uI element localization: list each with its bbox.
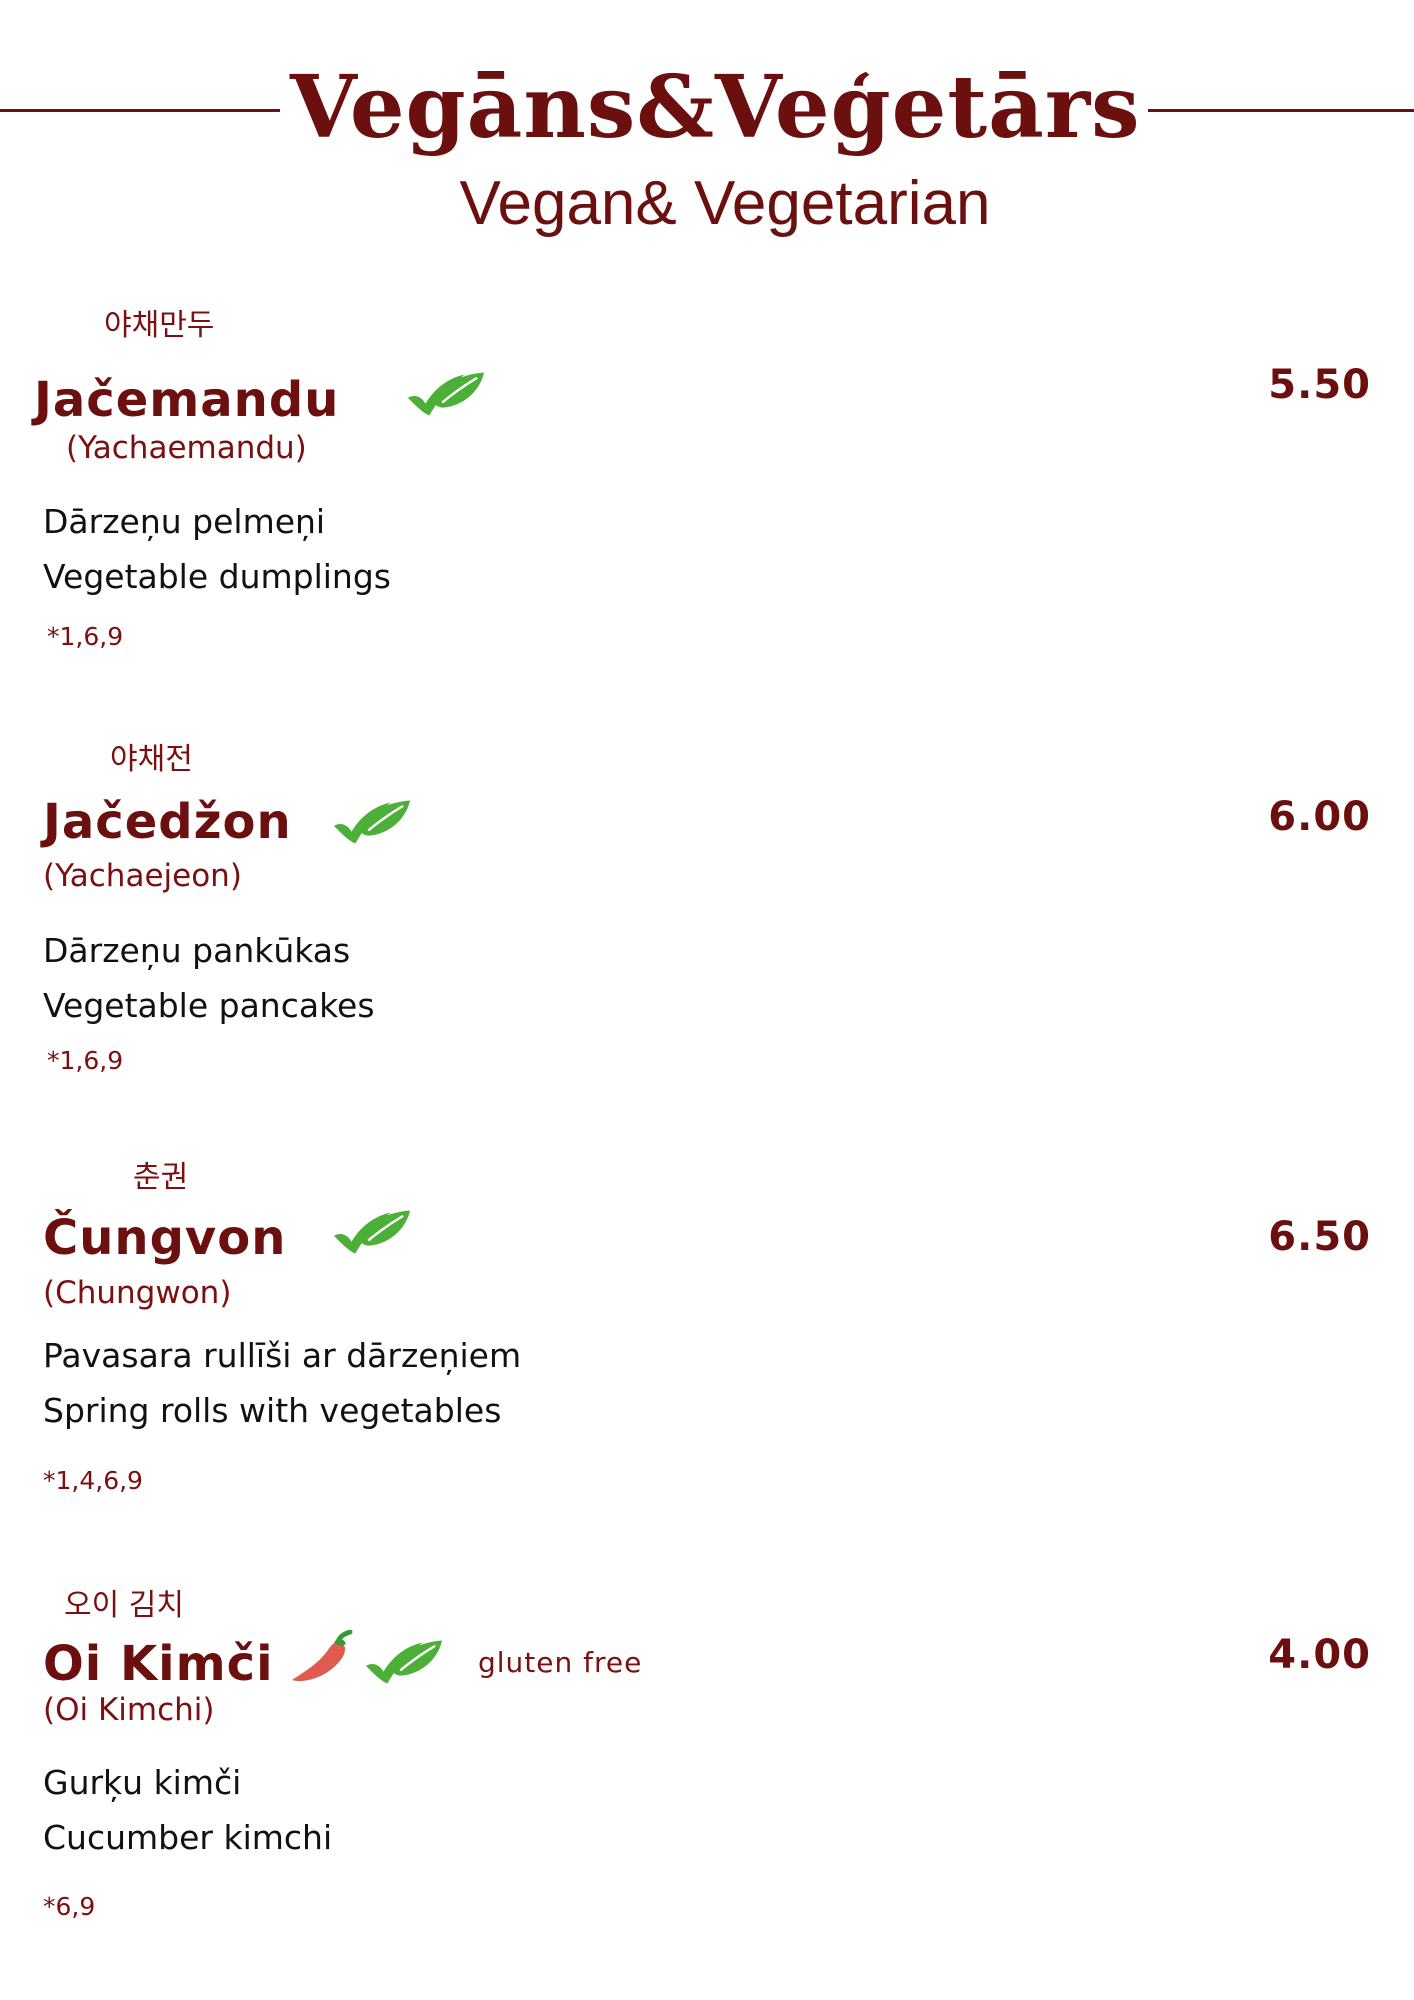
menu-item: 오이 김치 Oi Kimči gluten free (Oi Kimchi) G… [0,0,1414,1921]
item-korean-name: 춘권 [133,1160,189,1195]
item-description-en: Spring rolls with vegetables [43,1391,502,1430]
vegan-leaf-check-icon [330,1206,412,1258]
item-name: Čungvon [43,1210,287,1266]
item-allergens: *1,6,9 [47,622,124,651]
item-price: 6.50 [1268,1214,1371,1260]
chili-pepper-icon [288,1630,354,1686]
item-romanized-name: (Oi Kimchi) [43,1692,215,1728]
item-romanized-name: (Chungwon) [43,1275,232,1311]
item-romanized-name: (Yachaejeon) [43,858,242,894]
vegan-leaf-check-icon [362,1636,444,1688]
item-description-lv: Dārzeņu pelmeņi [43,502,326,541]
item-description-lv: Pavasara rullīši ar dārzeņiem [43,1336,522,1375]
item-romanized-name: (Yachaemandu) [66,430,307,466]
vegan-leaf-check-icon [330,796,412,848]
item-name: Oi Kimči [43,1636,274,1692]
item-name: Jačedžon [43,794,292,850]
item-description-en: Vegetable pancakes [43,986,375,1025]
item-description-lv: Dārzeņu pankūkas [43,931,351,970]
item-allergens: *1,6,9 [47,1046,124,1075]
item-description-lv: Gurķu kimči [43,1763,242,1802]
item-price: 6.00 [1268,794,1371,840]
item-description-en: Vegetable dumplings [43,557,391,596]
gluten-free-badge: gluten free [478,1646,643,1679]
item-korean-name: 오이 김치 [64,1588,184,1623]
item-description-en: Cucumber kimchi [43,1818,333,1857]
item-allergens: *6,9 [43,1892,96,1921]
item-korean-name: 야채전 [110,742,193,777]
item-allergens: *1,4,6,9 [43,1466,143,1495]
item-price: 4.00 [1268,1632,1371,1678]
